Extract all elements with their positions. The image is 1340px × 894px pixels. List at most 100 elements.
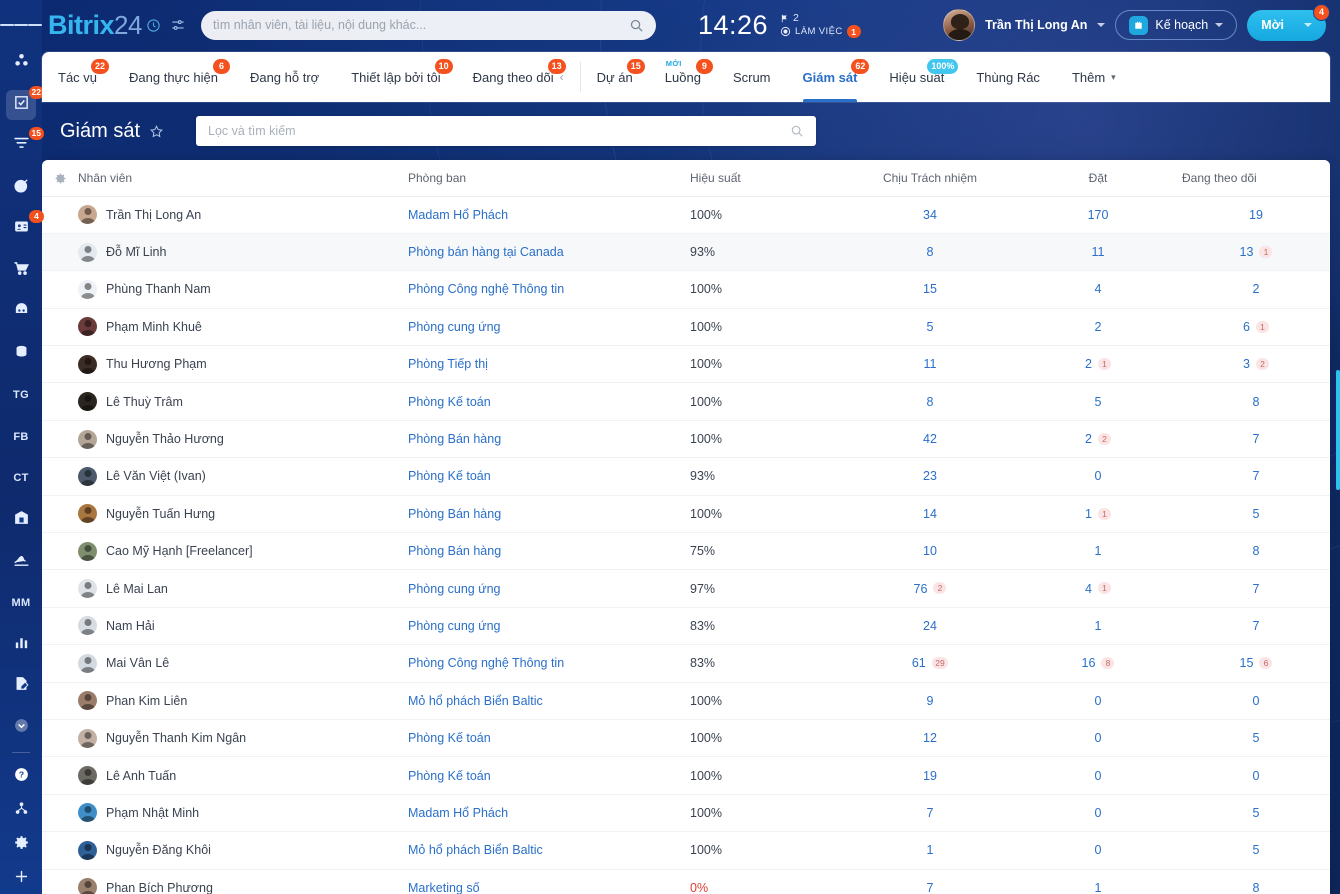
set-count[interactable]: 1 xyxy=(1095,619,1102,633)
sidebar-item-analytics[interactable] xyxy=(6,630,36,660)
table-row[interactable]: Lê Anh TuấnPhòng Kế toán100%1900 xyxy=(42,757,1330,794)
watching-count[interactable]: 5 xyxy=(1253,507,1260,521)
watching-count[interactable]: 5 xyxy=(1253,731,1260,745)
set-count[interactable]: 0 xyxy=(1095,731,1102,745)
table-row[interactable]: Đỗ Mĩ LinhPhòng bán hàng tại Canada93%81… xyxy=(42,233,1330,270)
cell-watching[interactable]: 5 xyxy=(1182,794,1330,831)
cell-employee[interactable]: Nguyễn Tuấn Hưng xyxy=(78,495,408,532)
table-row[interactable]: Lê Mai LanPhòng cung ứng97%762417 xyxy=(42,570,1330,607)
cell-watching[interactable]: 5 xyxy=(1182,495,1330,532)
watching-count[interactable]: 8 xyxy=(1253,395,1260,409)
cell-employee[interactable]: Trần Thị Long An xyxy=(78,196,408,233)
watching-count[interactable]: 13 xyxy=(1240,245,1254,259)
department-link[interactable]: Phòng Kế toán xyxy=(408,469,491,483)
department-link[interactable]: Marketing số xyxy=(408,881,480,894)
cell-employee[interactable]: Thu Hương Phạm xyxy=(78,346,408,383)
watching-count[interactable]: 6 xyxy=(1243,320,1250,334)
cell-department[interactable]: Phòng Bán hàng xyxy=(408,533,690,570)
set-count[interactable]: 1 xyxy=(1085,507,1092,521)
tab-dang-theo-doi[interactable]: Đang theo dõi ‹ 13 xyxy=(457,52,580,102)
table-row[interactable]: Lê Thuỳ TrâmPhòng Kế toán100%858 xyxy=(42,383,1330,420)
table-row[interactable]: Nam HảiPhòng cung ứng83%2417 xyxy=(42,607,1330,644)
cell-watching[interactable]: 2 xyxy=(1182,271,1330,308)
cell-responsible[interactable]: 12 xyxy=(846,719,1014,756)
responsible-count[interactable]: 76 xyxy=(914,582,928,596)
cell-department[interactable]: Phòng Kế toán xyxy=(408,383,690,420)
cell-watching[interactable]: 0 xyxy=(1182,682,1330,719)
set-count[interactable]: 4 xyxy=(1085,582,1092,596)
responsible-count[interactable]: 61 xyxy=(912,656,926,670)
table-row[interactable]: Phan Bích PhươngMarketing số0%718 xyxy=(42,869,1330,894)
table-row[interactable]: Lê Văn Việt (Ivan)Phòng Kế toán93%2307 xyxy=(42,458,1330,495)
cell-responsible[interactable]: 6129 xyxy=(846,645,1014,682)
search-icon[interactable] xyxy=(790,124,804,138)
watching-count[interactable]: 7 xyxy=(1253,619,1260,633)
cell-department[interactable]: Phòng bán hàng tại Canada xyxy=(408,233,690,270)
sidebar-item-company[interactable] xyxy=(6,505,36,535)
cell-department[interactable]: Phòng Bán hàng xyxy=(408,495,690,532)
responsible-count[interactable]: 24 xyxy=(923,619,937,633)
cell-watching[interactable]: 7 xyxy=(1182,607,1330,644)
set-count[interactable]: 0 xyxy=(1095,694,1102,708)
department-link[interactable]: Phòng Công nghệ Thông tin xyxy=(408,282,564,296)
tab-thung-rac[interactable]: Thùng Rác xyxy=(960,52,1056,102)
tab-dang-ho-tro[interactable]: Đang hỗ trợ xyxy=(234,52,335,102)
tab-them[interactable]: Thêm ▾ xyxy=(1056,52,1132,102)
sidebar-item-settings[interactable] xyxy=(6,830,36,860)
sidebar-item-tg[interactable]: TG xyxy=(6,380,36,410)
cell-set[interactable]: 0 xyxy=(1014,832,1182,869)
department-link[interactable]: Phòng Bán hàng xyxy=(408,432,501,446)
tab-giam-sat[interactable]: Giám sát 62 xyxy=(787,52,874,102)
cell-watching[interactable]: 0 xyxy=(1182,757,1330,794)
cell-responsible[interactable]: 14 xyxy=(846,495,1014,532)
cell-department[interactable]: Phòng Kế toán xyxy=(408,719,690,756)
cell-department[interactable]: Mỏ hổ phách Biển Baltic xyxy=(408,682,690,719)
set-count[interactable]: 0 xyxy=(1095,843,1102,857)
department-link[interactable]: Phòng Công nghệ Thông tin xyxy=(408,656,564,670)
cell-set[interactable]: 0 xyxy=(1014,757,1182,794)
table-row[interactable]: Thu Hương PhạmPhòng Tiếp thị100%112132 xyxy=(42,346,1330,383)
sidebar-item-fb[interactable]: FB xyxy=(6,422,36,452)
department-link[interactable]: Phòng Kế toán xyxy=(408,769,491,783)
cell-department[interactable]: Mỏ hổ phách Biển Baltic xyxy=(408,832,690,869)
cell-responsible[interactable]: 24 xyxy=(846,607,1014,644)
sidebar-item-mm[interactable]: MM xyxy=(6,588,36,618)
department-link[interactable]: Phòng bán hàng tại Canada xyxy=(408,245,564,259)
watching-count[interactable]: 5 xyxy=(1253,806,1260,820)
column-header-department[interactable]: Phòng ban xyxy=(408,160,690,196)
column-header-responsible[interactable]: Chịu Trách nhiệm xyxy=(846,160,1014,196)
cell-employee[interactable]: Lê Thuỳ Trâm xyxy=(78,383,408,420)
cell-watching[interactable]: 7 xyxy=(1182,570,1330,607)
set-count[interactable]: 16 xyxy=(1082,656,1096,670)
department-link[interactable]: Phòng cung ứng xyxy=(408,320,500,334)
user-name[interactable]: Trần Thị Long An xyxy=(985,18,1087,32)
cell-set[interactable]: 2 xyxy=(1014,308,1182,345)
cell-department[interactable]: Phòng Kế toán xyxy=(408,757,690,794)
cell-department[interactable]: Marketing số xyxy=(408,869,690,894)
cell-watching[interactable]: 19 xyxy=(1182,196,1330,233)
cell-watching[interactable]: 8 xyxy=(1182,533,1330,570)
tab-hieu-suat[interactable]: Hiệu suất 100% xyxy=(873,52,960,102)
cell-department[interactable]: Phòng Công nghệ Thông tin xyxy=(408,271,690,308)
cell-set[interactable]: 11 xyxy=(1014,233,1182,270)
cell-watching[interactable]: 5 xyxy=(1182,719,1330,756)
sidebar-item-collapse[interactable] xyxy=(6,713,36,743)
cell-department[interactable]: Madam Hổ Phách xyxy=(408,794,690,831)
responsible-count[interactable]: 8 xyxy=(927,395,934,409)
cell-employee[interactable]: Phạm Minh Khuê xyxy=(78,308,408,345)
cell-responsible[interactable]: 762 xyxy=(846,570,1014,607)
responsible-count[interactable]: 7 xyxy=(927,881,934,894)
cell-employee[interactable]: Nam Hải xyxy=(78,607,408,644)
cell-responsible[interactable]: 9 xyxy=(846,682,1014,719)
sidebar-item-add[interactable] xyxy=(6,864,36,894)
table-row[interactable]: Phùng Thanh NamPhòng Công nghệ Thông tin… xyxy=(42,271,1330,308)
watching-count[interactable]: 7 xyxy=(1253,432,1260,446)
responsible-count[interactable]: 10 xyxy=(923,544,937,558)
tab-du-an[interactable]: Dự án 15 xyxy=(581,52,649,102)
filter-search-box[interactable] xyxy=(196,116,816,146)
sidebar-item-tasks[interactable]: 22 xyxy=(6,90,36,120)
table-row[interactable]: Nguyễn Tuấn HưngPhòng Bán hàng100%14115 xyxy=(42,495,1330,532)
table-row[interactable]: Cao Mỹ Hạnh [Freelancer]Phòng Bán hàng75… xyxy=(42,533,1330,570)
cell-set[interactable]: 41 xyxy=(1014,570,1182,607)
sidebar-item-target[interactable] xyxy=(6,173,36,203)
